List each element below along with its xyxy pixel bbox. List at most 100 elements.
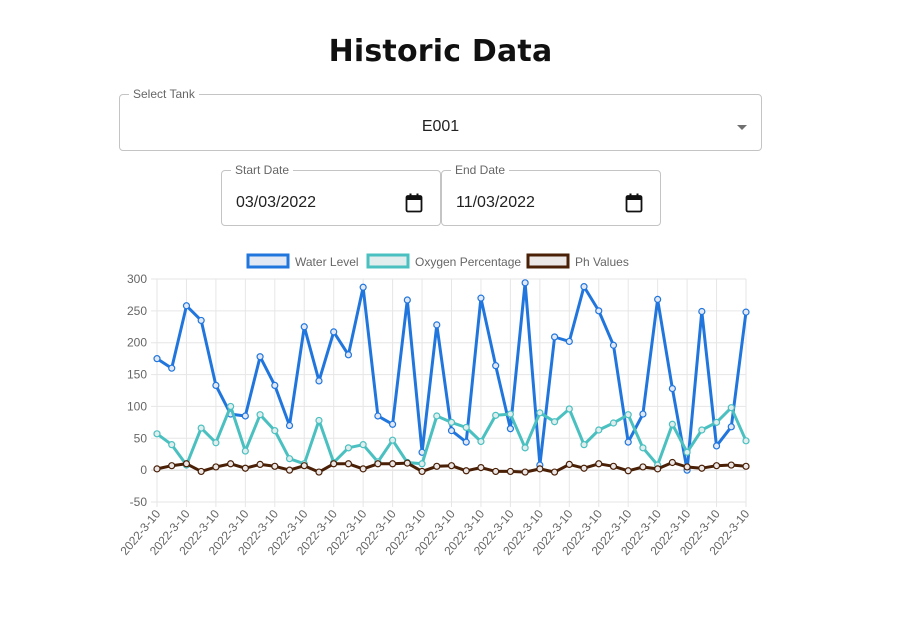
- y-tick-label: 300: [127, 272, 147, 286]
- data-point: [580, 441, 588, 449]
- data-point: [506, 467, 514, 476]
- data-point: [433, 462, 441, 470]
- historic-line-chart: -500501001502002503002022-3-102022-3-102…: [117, 253, 753, 558]
- data-point: [521, 444, 529, 452]
- y-tick-label: 50: [134, 431, 148, 445]
- data-point: [300, 462, 308, 470]
- data-point: [315, 416, 323, 425]
- tank-select-value: E001: [421, 118, 460, 135]
- data-point: [492, 411, 500, 419]
- data-point: [271, 427, 279, 435]
- calendar-icon[interactable]: [405, 193, 423, 213]
- data-point: [374, 412, 382, 420]
- legend-label: Oxygen Percentage: [415, 255, 521, 269]
- y-tick-label: -50: [130, 495, 148, 509]
- chevron-down-icon[interactable]: [737, 125, 747, 130]
- data-point: [492, 362, 500, 370]
- data-point: [565, 460, 573, 469]
- data-point: [227, 402, 235, 411]
- page-title: Historic Data: [328, 34, 553, 69]
- data-point: [654, 295, 662, 303]
- data-point: [433, 412, 441, 420]
- end-date-label: End Date: [455, 163, 506, 177]
- data-point: [565, 337, 573, 346]
- data-point: [153, 355, 161, 363]
- data-point: [359, 465, 367, 473]
- data-point: [403, 296, 411, 304]
- start-date-field[interactable]: Start Date 03/03/2022: [221, 164, 441, 226]
- data-point: [536, 409, 544, 417]
- data-point: [521, 279, 529, 287]
- data-point: [462, 467, 470, 475]
- data-point: [506, 410, 514, 418]
- data-point: [433, 321, 441, 329]
- data-point: [153, 465, 161, 473]
- y-tick-label: 250: [127, 304, 147, 318]
- data-point: [389, 436, 397, 444]
- data-point: [212, 463, 220, 471]
- data-point: [698, 426, 706, 434]
- data-point: [595, 307, 603, 315]
- data-point: [609, 419, 618, 427]
- data-point: [462, 438, 470, 446]
- data-point: [315, 468, 323, 476]
- data-point: [212, 381, 220, 390]
- tank-select-label: Select Tank: [133, 87, 195, 101]
- data-point: [580, 283, 588, 291]
- data-point: [462, 423, 470, 432]
- data-point: [609, 462, 618, 470]
- data-point: [359, 441, 367, 449]
- data-point: [256, 460, 264, 469]
- data-point: [477, 294, 485, 302]
- data-point: [565, 405, 573, 413]
- data-point: [418, 467, 426, 476]
- data-point: [624, 438, 632, 446]
- data-point: [668, 420, 676, 428]
- data-point: [477, 463, 485, 472]
- y-tick-label: 0: [140, 463, 147, 477]
- data-point: [182, 302, 191, 310]
- data-point: [550, 333, 559, 341]
- data-point: [241, 412, 249, 420]
- data-point: [285, 421, 294, 430]
- start-date-value[interactable]: 03/03/2022: [236, 194, 316, 212]
- data-point: [227, 460, 235, 468]
- data-point: [197, 424, 205, 432]
- legend-swatch: [366, 253, 410, 269]
- data-point: [712, 462, 721, 470]
- data-point: [418, 460, 426, 468]
- data-point: [197, 467, 205, 476]
- data-point: [550, 468, 559, 476]
- data-point: [492, 467, 500, 476]
- data-point: [550, 418, 559, 426]
- end-date-value[interactable]: 11/03/2022: [456, 194, 535, 212]
- data-point: [389, 420, 397, 428]
- data-point: [168, 364, 176, 372]
- data-point: [344, 351, 353, 359]
- legend-label: Ph Values: [575, 255, 629, 269]
- data-point: [639, 463, 647, 471]
- legend-label: Water Level: [295, 255, 359, 269]
- data-point: [168, 441, 176, 449]
- data-point: [624, 467, 632, 475]
- y-tick-label: 100: [127, 399, 147, 413]
- data-point: [389, 460, 397, 468]
- data-point: [609, 341, 618, 349]
- data-point: [182, 460, 191, 468]
- calendar-icon[interactable]: [625, 193, 643, 213]
- data-point: [447, 462, 456, 470]
- data-point: [521, 468, 529, 476]
- data-point: [742, 462, 750, 470]
- data-point: [256, 353, 264, 361]
- data-point: [742, 437, 750, 445]
- end-date-field[interactable]: End Date 11/03/2022: [441, 164, 661, 226]
- data-point: [153, 430, 161, 438]
- data-point: [374, 460, 382, 468]
- data-point: [256, 411, 264, 419]
- tank-select[interactable]: Select Tank E001: [119, 88, 762, 151]
- data-point: [285, 466, 294, 474]
- data-point: [683, 448, 691, 456]
- data-point: [595, 426, 603, 434]
- data-point: [727, 423, 735, 431]
- data-point: [403, 459, 411, 467]
